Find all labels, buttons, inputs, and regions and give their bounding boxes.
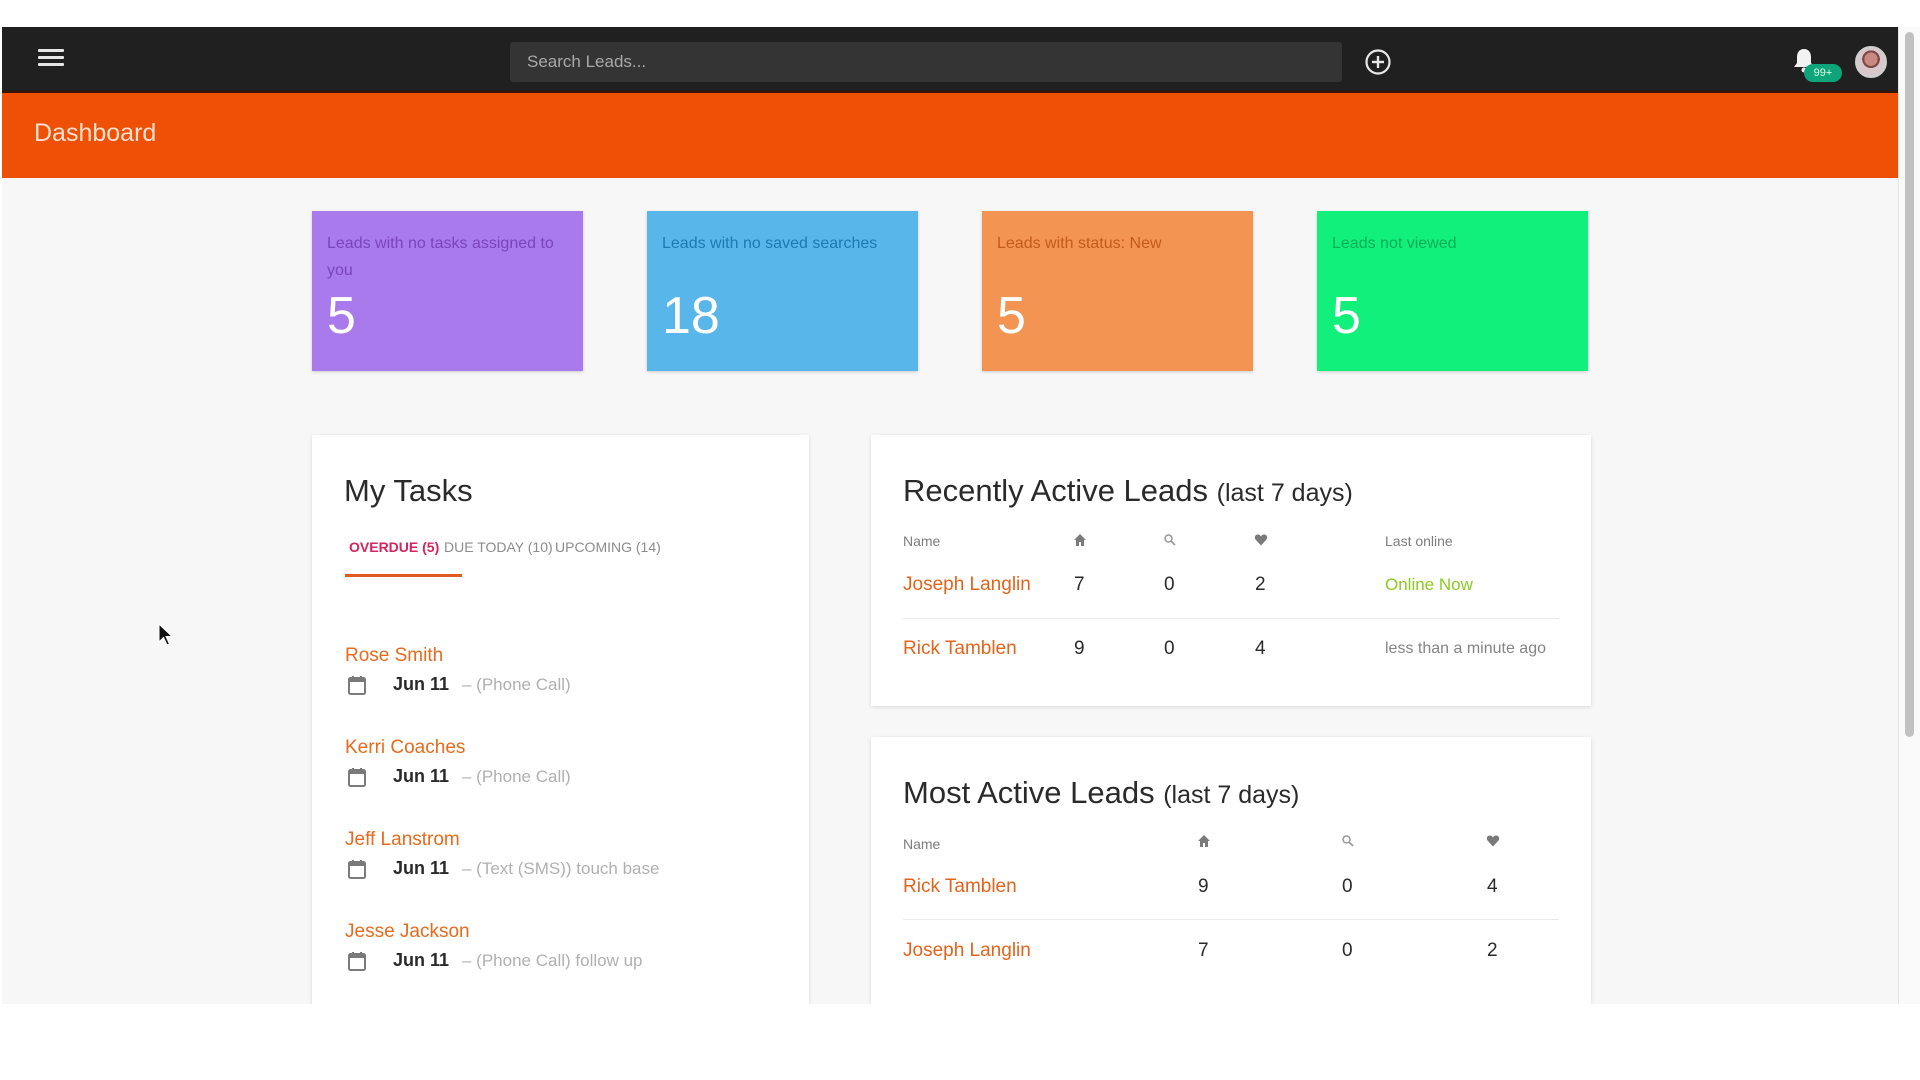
- recent-leads-title: Recently Active Leads (last 7 days): [903, 473, 1353, 509]
- task-description: – (Phone Call): [462, 675, 571, 694]
- title-subtitle: (last 7 days): [1216, 479, 1353, 507]
- task-lead-name[interactable]: Jesse Jackson: [345, 921, 470, 943]
- task-item: Rose Smith Jun 11 – (Phone Call): [345, 645, 571, 699]
- row-divider: [903, 919, 1559, 920]
- most-active-leads-title: Most Active Leads (last 7 days): [903, 775, 1299, 811]
- task-description: – (Phone Call) follow up: [462, 951, 643, 970]
- homes-count: 9: [1198, 876, 1209, 897]
- row-divider: [903, 618, 1559, 619]
- task-date: Jun 11: [393, 766, 450, 786]
- title-text: Recently Active Leads: [903, 473, 1209, 508]
- stat-label: Leads with no tasks assigned to you: [327, 235, 554, 279]
- most-active-leads-card: Most Active Leads (last 7 days) Name Ric…: [871, 737, 1591, 1004]
- task-lead-name[interactable]: Rose Smith: [345, 645, 443, 667]
- my-tasks-card: My Tasks OVERDUE (5) DUE TODAY (10) UPCO…: [312, 435, 809, 1004]
- stat-label: Leads not viewed: [1332, 235, 1457, 252]
- search-icon: [1164, 534, 1176, 546]
- lead-name-link[interactable]: Joseph Langlin: [903, 574, 1031, 596]
- searches-count: 0: [1164, 574, 1175, 595]
- active-tab-indicator: [345, 574, 462, 577]
- stat-value: 5: [1332, 287, 1361, 345]
- last-online-status: less than a minute ago: [1385, 640, 1546, 657]
- stat-value: 5: [997, 287, 1026, 345]
- heart-icon: [1254, 534, 1268, 546]
- calendar-icon: [348, 676, 366, 695]
- task-lead-name[interactable]: Kerri Coaches: [345, 737, 465, 759]
- search-leads-input[interactable]: [510, 42, 1342, 82]
- calendar-icon: [348, 952, 366, 971]
- searches-count: 0: [1342, 876, 1353, 897]
- search-icon: [1342, 835, 1354, 847]
- plus-circle-icon[interactable]: [1364, 48, 1392, 76]
- task-lead-name[interactable]: Jeff Lanstrom: [345, 829, 460, 851]
- my-tasks-title: My Tasks: [344, 473, 473, 508]
- title-subtitle: (last 7 days): [1163, 781, 1300, 809]
- recently-active-leads-card: Recently Active Leads (last 7 days) Name…: [871, 435, 1591, 706]
- stat-value: 18: [662, 287, 720, 345]
- favorites-count: 2: [1255, 574, 1266, 595]
- stat-card-status-new[interactable]: Leads with status: New 5: [982, 211, 1253, 371]
- top-navbar: 99+: [2, 27, 1898, 93]
- searches-count: 0: [1164, 638, 1175, 659]
- task-item: Kerri Coaches Jun 11 – (Phone Call): [345, 737, 571, 791]
- home-icon: [1074, 534, 1086, 546]
- column-header-name: Name: [903, 533, 941, 549]
- homes-count: 9: [1074, 638, 1085, 659]
- home-icon: [1198, 835, 1210, 847]
- calendar-icon: [348, 860, 366, 879]
- user-avatar[interactable]: [1855, 46, 1887, 78]
- page-title: Dashboard: [34, 119, 157, 147]
- scrollbar-thumb[interactable]: [1905, 32, 1914, 737]
- column-header-name: Name: [903, 836, 941, 852]
- last-online-status: Online Now: [1385, 575, 1473, 594]
- task-date: Jun 11: [393, 858, 450, 878]
- title-text: Most Active Leads: [903, 775, 1155, 810]
- task-date: Jun 11: [393, 674, 450, 694]
- calendar-icon: [348, 768, 366, 787]
- task-description: – (Text (SMS)) touch base: [462, 859, 660, 878]
- stat-card-no-saved-searches[interactable]: Leads with no saved searches 18: [647, 211, 918, 371]
- tab-upcoming[interactable]: UPCOMING (14): [555, 539, 661, 555]
- tab-overdue[interactable]: OVERDUE (5): [349, 539, 439, 555]
- stat-label: Leads with no saved searches: [662, 235, 878, 252]
- hamburger-menu-icon[interactable]: [38, 49, 64, 69]
- stat-label: Leads with status: New: [997, 235, 1162, 252]
- searches-count: 0: [1342, 940, 1353, 961]
- homes-count: 7: [1198, 940, 1209, 961]
- favorites-count: 4: [1255, 638, 1266, 659]
- page-header: Dashboard: [2, 93, 1898, 178]
- mouse-cursor-icon: [158, 623, 174, 646]
- favorites-count: 4: [1487, 876, 1498, 897]
- stat-value: 5: [327, 287, 356, 345]
- favorites-count: 2: [1487, 940, 1498, 961]
- app-viewport: 99+ Dashboard Leads with no tasks assign…: [2, 27, 1898, 1004]
- task-item: Jesse Jackson Jun 11 – (Phone Call) foll…: [345, 921, 642, 975]
- tab-due-today[interactable]: DUE TODAY (10): [444, 539, 553, 555]
- vertical-scrollbar[interactable]: [1898, 27, 1920, 1004]
- homes-count: 7: [1074, 574, 1085, 595]
- column-header-last-online: Last online: [1385, 533, 1453, 549]
- task-item: Jeff Lanstrom Jun 11 – (Text (SMS)) touc…: [345, 829, 659, 883]
- notification-badge: 99+: [1804, 64, 1842, 82]
- heart-icon: [1486, 835, 1500, 847]
- stat-card-not-viewed[interactable]: Leads not viewed 5: [1317, 211, 1588, 371]
- lead-name-link[interactable]: Joseph Langlin: [903, 940, 1031, 962]
- stat-card-no-tasks[interactable]: Leads with no tasks assigned to you 5: [312, 211, 583, 371]
- task-description: – (Phone Call): [462, 767, 571, 786]
- lead-name-link[interactable]: Rick Tamblen: [903, 638, 1017, 660]
- lead-name-link[interactable]: Rick Tamblen: [903, 876, 1017, 898]
- task-date: Jun 11: [393, 950, 450, 970]
